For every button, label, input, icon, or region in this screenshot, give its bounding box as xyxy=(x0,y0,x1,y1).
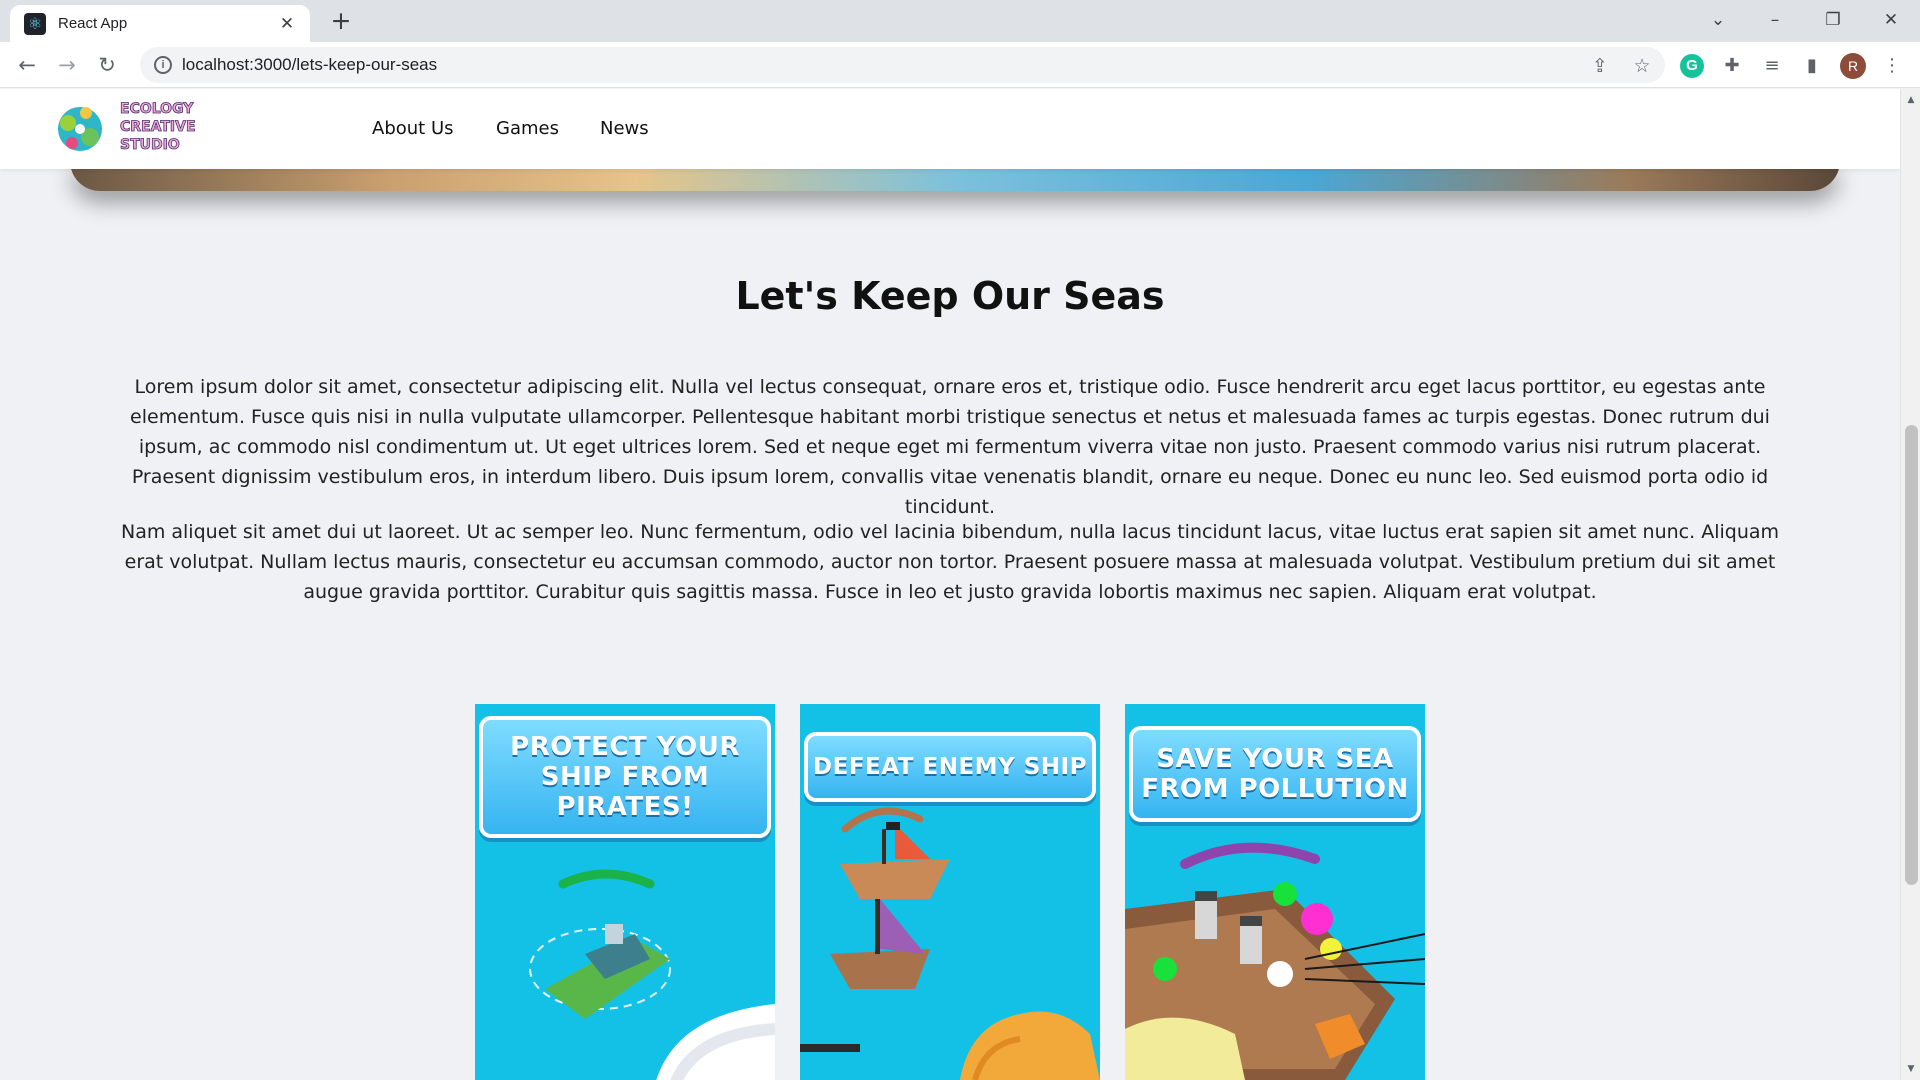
scrollbar-thumb[interactable] xyxy=(1905,425,1918,885)
polluted-ship-illustration xyxy=(1125,842,1425,1080)
card-banner-title: DEFEAT ENEMY SHIP xyxy=(804,732,1096,802)
page-viewport: ECOLOGY CREATIVE STUDIO About Us Games N… xyxy=(0,89,1900,1080)
ecology-creative-studio-logo[interactable]: ECOLOGY CREATIVE STUDIO xyxy=(50,93,230,165)
logo-word-3: STUDIO xyxy=(120,137,180,153)
logo-word-1: ECOLOGY xyxy=(120,101,194,117)
scroll-up-arrow-icon[interactable]: ▲ xyxy=(1906,95,1916,105)
intro-paragraph-2: Nam aliquet sit amet dui ut laoreet. Ut … xyxy=(120,521,1780,603)
new-tab-button[interactable]: + xyxy=(326,7,356,37)
browser-tab[interactable]: ⚛ React App ✕ xyxy=(10,5,310,42)
address-bar[interactable]: i localhost:3000/lets-keep-our-seas ⇪ ☆ xyxy=(140,47,1665,83)
nav-games[interactable]: Games xyxy=(496,118,559,139)
scroll-down-arrow-icon[interactable]: ▼ xyxy=(1906,1064,1916,1074)
nav-about-us[interactable]: About Us xyxy=(372,118,454,139)
nav-news[interactable]: News xyxy=(600,118,649,139)
close-window-button[interactable]: ✕ xyxy=(1868,0,1914,42)
url-text[interactable]: localhost:3000/lets-keep-our-seas xyxy=(182,55,437,75)
page-scrollbar[interactable]: ▲ ▼ xyxy=(1900,89,1920,1080)
game-card-pirates[interactable]: PROTECT YOUR SHIP FROM PIRATES! xyxy=(475,704,775,1080)
page-title: Let's Keep Our Seas xyxy=(735,274,1165,318)
intro-paragraph-1: Lorem ipsum dolor sit amet, consectetur … xyxy=(130,376,1770,518)
browser-menu-icon[interactable]: ⋮ xyxy=(1880,54,1904,78)
card-banner-title: SAVE YOUR SEA FROM POLLUTION xyxy=(1129,726,1421,822)
browser-tabstrip: ⚛ React App ✕ + ⌄ – ❐ ✕ xyxy=(0,0,1920,42)
close-tab-icon[interactable]: ✕ xyxy=(276,14,298,34)
enemy-ship-illustration xyxy=(800,807,1100,1080)
extensions-puzzle-icon[interactable]: ✚ xyxy=(1720,54,1744,78)
media-queue-icon[interactable]: ≡ xyxy=(1760,54,1784,78)
react-favicon-icon: ⚛ xyxy=(24,12,46,35)
game-card-enemy-ship[interactable]: DEFEAT ENEMY SHIP xyxy=(800,704,1100,1080)
minimize-button[interactable]: – xyxy=(1752,0,1798,42)
side-panel-icon[interactable]: ▮ xyxy=(1800,54,1824,78)
tab-title: React App xyxy=(58,15,128,32)
game-card-pollution[interactable]: SAVE YOUR SEA FROM POLLUTION xyxy=(1125,704,1425,1080)
card-banner-title: PROTECT YOUR SHIP FROM PIRATES! xyxy=(479,716,771,838)
grammarly-extension-icon[interactable]: G xyxy=(1680,54,1704,78)
tab-search-chevron-icon[interactable]: ⌄ xyxy=(1695,0,1741,42)
browser-toolbar: ← → ↻ i localhost:3000/lets-keep-our-sea… xyxy=(0,42,1920,88)
logo-word-2: CREATIVE xyxy=(120,119,196,135)
site-navbar: ECOLOGY CREATIVE STUDIO About Us Games N… xyxy=(0,89,1900,169)
profile-avatar[interactable]: R xyxy=(1840,53,1866,79)
reload-button[interactable]: ↻ xyxy=(92,50,122,80)
bookmark-star-icon[interactable]: ☆ xyxy=(1630,54,1654,78)
forward-button[interactable]: → xyxy=(52,50,82,80)
site-info-icon[interactable]: i xyxy=(154,56,172,74)
pirate-ship-illustration xyxy=(529,869,775,1080)
restore-button[interactable]: ❐ xyxy=(1810,0,1856,42)
back-button[interactable]: ← xyxy=(12,50,42,80)
share-icon[interactable]: ⇪ xyxy=(1588,54,1612,78)
